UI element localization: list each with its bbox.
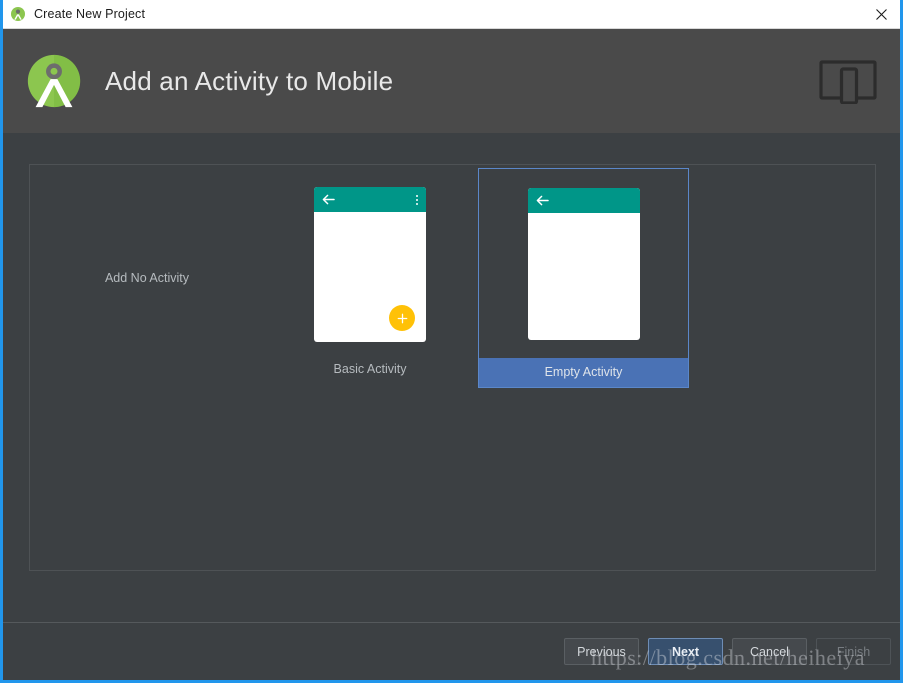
page-title: Add an Activity to Mobile (105, 65, 394, 96)
back-arrow-icon (536, 195, 549, 205)
overflow-menu-icon (416, 194, 418, 205)
app-bar-empty (527, 187, 640, 213)
template-card-no-activity[interactable]: Add No Activity (36, 172, 258, 384)
previous-button[interactable]: Previous (564, 638, 639, 665)
back-arrow-icon (322, 194, 335, 205)
dialog-header: Add an Activity to Mobile (3, 29, 900, 133)
phone-mockup-basic (314, 187, 426, 342)
create-new-project-dialog: Create New Project Add an Activity to Mo… (0, 0, 903, 683)
window-accent-stripe (0, 0, 3, 29)
footer-button-group: Previous Next Cancel Finish (564, 638, 891, 665)
activity-template-gallery: Add No Activity Basic Activity Empty Act… (29, 164, 876, 571)
android-studio-icon (11, 7, 25, 21)
phone-mockup-empty (527, 187, 640, 340)
dialog-body: Add No Activity Basic Activity Empty Act… (3, 133, 900, 622)
plus-icon (397, 313, 407, 323)
close-icon (875, 8, 887, 20)
app-bar-basic (314, 187, 426, 212)
template-thumbnail-empty (479, 169, 688, 358)
template-label-no-activity: Add No Activity (104, 271, 190, 285)
template-label-basic-activity: Basic Activity (333, 362, 407, 376)
cancel-button[interactable]: Cancel (732, 638, 807, 665)
template-label-empty-activity: Empty Activity (479, 358, 688, 387)
window-title: Create New Project (34, 7, 146, 21)
android-studio-logo (27, 54, 81, 108)
template-card-empty-activity[interactable]: Empty Activity (478, 168, 689, 388)
next-button[interactable]: Next (648, 638, 723, 665)
dialog-footer: Previous Next Cancel Finish (3, 623, 900, 680)
finish-button: Finish (816, 638, 891, 665)
tablet-phone-icon (819, 60, 877, 104)
titlebar: Create New Project (0, 0, 900, 29)
close-button[interactable] (859, 0, 900, 28)
template-thumbnail-basic (263, 172, 477, 357)
template-card-basic-activity[interactable]: Basic Activity (263, 172, 477, 384)
floating-action-button (389, 305, 415, 331)
